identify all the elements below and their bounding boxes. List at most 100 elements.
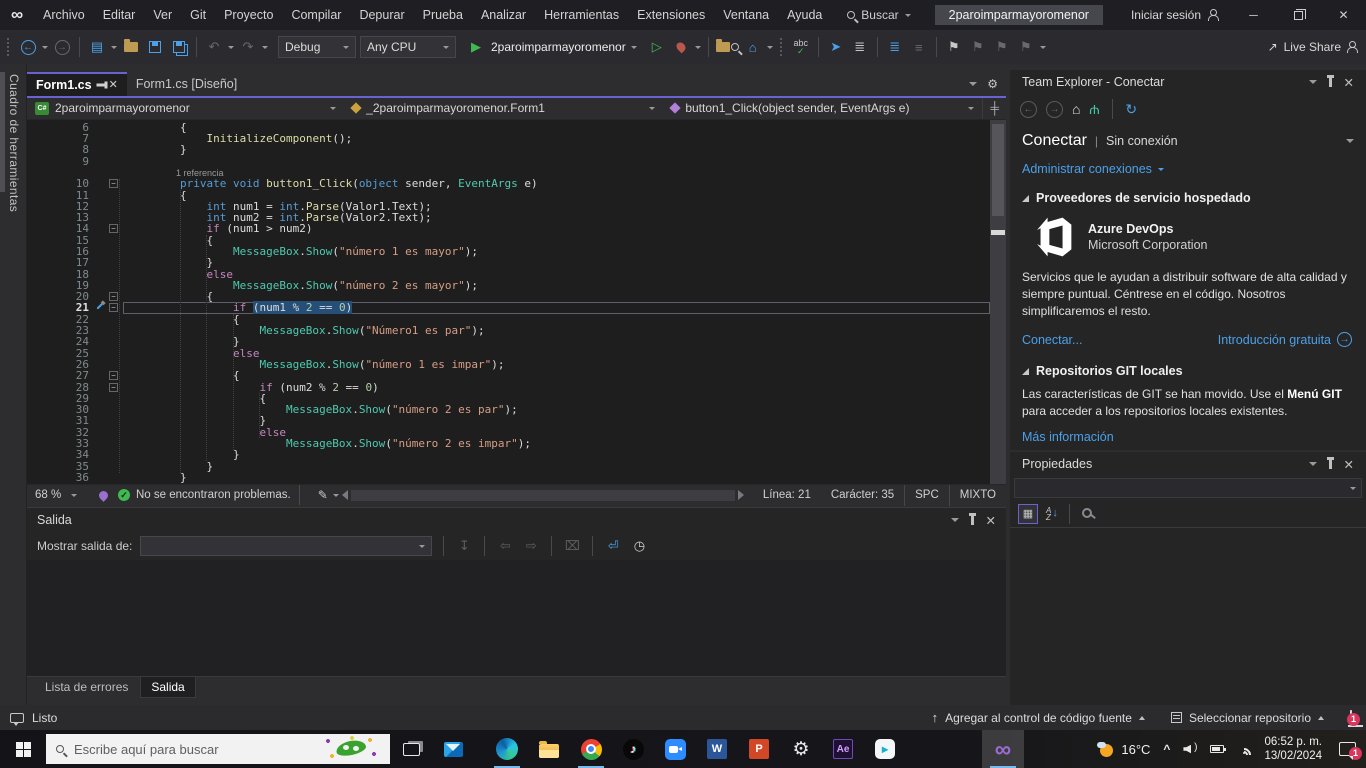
vertical-scrollbar[interactable] — [990, 119, 1006, 484]
scroll-left-icon[interactable] — [341, 489, 348, 500]
solution-configuration-dropdown[interactable]: Debug — [278, 36, 356, 58]
menu-item-11[interactable]: Extensiones — [628, 0, 714, 30]
code-line-36[interactable]: 36 } — [27, 472, 990, 484]
previous-bookmark-button[interactable]: ⚑ — [968, 36, 988, 58]
tab-list-chevron-icon[interactable] — [969, 81, 978, 86]
taskbar-icon-settings[interactable] — [780, 730, 822, 768]
tab-output[interactable]: Salida — [140, 677, 196, 699]
line-number[interactable]: 17 — [27, 257, 95, 269]
chevron-down-icon[interactable] — [1039, 45, 1046, 49]
battery-icon[interactable] — [1210, 745, 1227, 753]
horizontal-scrollbar[interactable] — [341, 489, 744, 501]
add-to-source-control-button[interactable]: ↑ Agregar al control de código fuente — [932, 710, 1145, 725]
open-file-button[interactable] — [121, 36, 141, 58]
code-editor[interactable]: 6 {7 InitializeComponent(); 8 } 9 1 referen… — [27, 119, 1006, 484]
toolbox-tab[interactable]: Cuadro de herramientas — [0, 64, 27, 705]
close-icon[interactable]: ✕ — [109, 78, 118, 91]
next-message-button[interactable]: ⇨ — [522, 538, 540, 554]
taskbar-icon-clipchamp[interactable] — [864, 730, 906, 768]
line-number[interactable]: 36 — [27, 472, 95, 484]
tab-form1-cs-designer[interactable]: Form1.cs [Diseño] — [127, 72, 246, 96]
pin-icon[interactable] — [1326, 456, 1334, 469]
type-dropdown[interactable]: _2paroimparmayoromenor.Form1 — [344, 97, 663, 119]
close-button[interactable]: ✕ — [1321, 0, 1366, 30]
indent-mode[interactable]: SPC — [904, 484, 949, 506]
uncomment-button[interactable]: ≡ — [909, 36, 929, 58]
toolbar-grip[interactable] — [779, 38, 784, 56]
code-line-8[interactable]: 8 } — [27, 144, 990, 156]
live-share-button[interactable]: ↗ Live Share — [1268, 40, 1358, 54]
taskbar-icon-chrome[interactable] — [570, 730, 612, 768]
taskbar-icon-taskview[interactable] — [390, 730, 432, 768]
clock[interactable]: 06:52 p. m. 13/02/2024 — [1264, 735, 1322, 763]
clear-output-button[interactable]: ⌧ — [563, 538, 581, 554]
taskbar-icon-tiktok[interactable] — [612, 730, 654, 768]
toggle-bookmark-button[interactable]: ⚑ — [944, 36, 964, 58]
restore-button[interactable] — [1276, 0, 1321, 30]
refresh-button[interactable]: ↻ — [1125, 101, 1137, 118]
connect-link[interactable]: Conectar... — [1022, 333, 1082, 347]
output-content[interactable] — [27, 560, 1006, 677]
window-position-chevron-icon[interactable] — [950, 518, 959, 522]
member-dropdown[interactable]: button1_Click(object sender, EventArgs e… — [663, 97, 982, 119]
clear-bookmarks-button[interactable]: ⚑ — [1016, 36, 1036, 58]
line-ending-mode[interactable]: MIXTO — [948, 484, 1006, 506]
menu-item-5[interactable]: Proyecto — [215, 0, 282, 30]
goto-message-button[interactable]: ↧ — [455, 538, 473, 554]
property-pages-icon[interactable] — [1081, 506, 1097, 522]
taskbar-icon-mail[interactable] — [432, 730, 474, 768]
manage-connections-link[interactable]: Administrar conexiones — [1010, 156, 1366, 182]
notifications-button[interactable]: 1 — [1347, 709, 1360, 726]
close-icon[interactable]: ✕ — [1344, 75, 1354, 90]
scrollbar-thumb[interactable] — [992, 123, 1004, 216]
back-button[interactable]: ← — [1020, 100, 1037, 118]
menu-item-8[interactable]: Prueba — [414, 0, 472, 30]
project-dropdown[interactable]: C# 2paroimparmayoromenor — [27, 97, 344, 119]
quick-actions-icon[interactable] — [95, 302, 107, 313]
solution-platform-dropdown[interactable]: Any CPU — [360, 36, 456, 58]
chevron-down-icon[interactable] — [111, 45, 117, 49]
extension-icon[interactable] — [97, 488, 110, 502]
pin-icon[interactable] — [968, 512, 976, 525]
word-wrap-button[interactable]: ⏎ — [604, 538, 622, 554]
navigate-forward-button[interactable]: → — [52, 36, 72, 58]
pin-icon[interactable] — [1326, 74, 1334, 87]
menu-item-3[interactable]: Ver — [144, 0, 181, 30]
window-position-chevron-icon[interactable] — [1308, 80, 1317, 84]
taskbar-icon-visualstudio[interactable] — [982, 730, 1024, 768]
taskbar-icon-explorer[interactable] — [528, 730, 570, 768]
find-in-files-button[interactable] — [715, 36, 739, 58]
code-cleanup-button[interactable]: ✎ — [318, 488, 339, 502]
tab-error-list[interactable]: Lista de errores — [35, 677, 138, 697]
previous-message-button[interactable]: ⇦ — [496, 538, 514, 554]
navigate-back-button[interactable]: ← — [18, 36, 38, 58]
fold-marker-icon[interactable]: − — [107, 291, 123, 302]
line-number[interactable]: 9 — [27, 155, 95, 167]
start-button[interactable] — [0, 730, 46, 768]
fold-marker-icon[interactable]: − — [107, 370, 123, 381]
zoom-dropdown[interactable]: 68 % — [27, 489, 99, 501]
intro-link[interactable]: Introducción gratuita — [1218, 333, 1331, 347]
redo-button[interactable]: ↷ — [238, 36, 258, 58]
titlebar-search-value[interactable]: 2paroimparmayoromenor — [934, 5, 1103, 25]
fold-marker-icon[interactable]: − — [107, 382, 123, 393]
fold-marker-icon[interactable]: − — [107, 178, 123, 189]
festive-doodle-icon[interactable] — [322, 736, 380, 762]
menu-item-7[interactable]: Depurar — [350, 0, 413, 30]
menu-item-12[interactable]: Ventana — [714, 0, 778, 30]
comment-button[interactable]: ≣ — [885, 36, 905, 58]
taskbar-icon-powerpoint[interactable] — [738, 730, 780, 768]
taskbar-icon-edge[interactable] — [486, 730, 528, 768]
connect-plug-icon[interactable]: Ψ — [1089, 102, 1100, 117]
show-hidden-icons-chevron[interactable]: ^ — [1163, 742, 1170, 756]
chevron-down-icon[interactable] — [766, 45, 773, 49]
feedback-person-icon[interactable] — [1347, 40, 1358, 53]
scroll-right-icon[interactable] — [737, 489, 744, 500]
taskbar-icon-aftereffects[interactable] — [822, 730, 864, 768]
search-button[interactable]: Buscar — [837, 8, 920, 22]
menu-item-6[interactable]: Compilar — [282, 0, 350, 30]
new-project-button[interactable]: ▤ — [87, 36, 107, 58]
section-local-git[interactable]: Repositorios GIT locales — [1010, 355, 1366, 382]
close-icon[interactable]: ✕ — [986, 513, 996, 528]
toolbar-grip[interactable] — [7, 38, 11, 56]
